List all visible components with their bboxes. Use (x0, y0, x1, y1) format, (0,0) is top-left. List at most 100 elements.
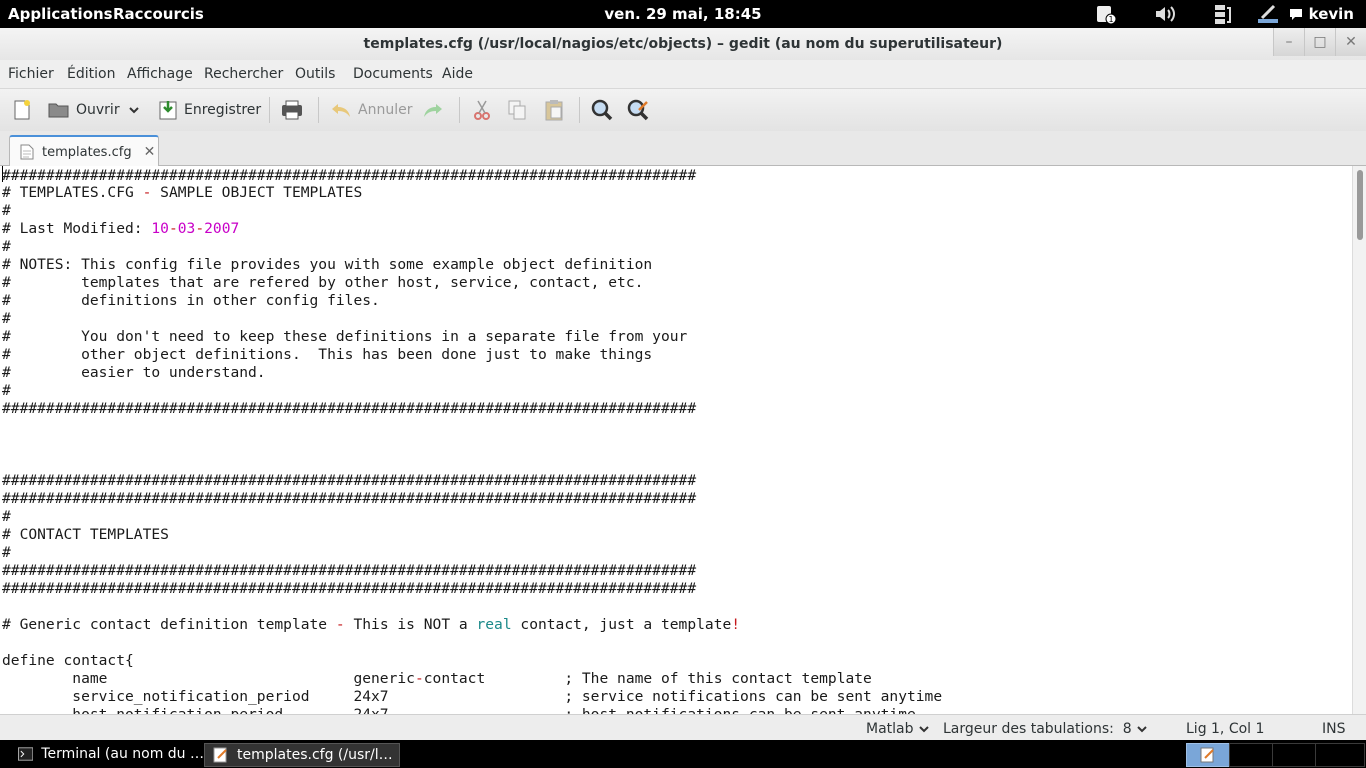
chat-icon (1289, 9, 1302, 20)
cut-button[interactable] (472, 98, 492, 122)
tab-close-icon[interactable]: ✕ (144, 144, 156, 160)
code-line: # other object definitions. This has bee… (2, 346, 653, 363)
menu-outils[interactable]: Outils (295, 66, 335, 82)
window-titlebar[interactable]: templates.cfg (/usr/local/nagios/etc/obj… (0, 28, 1366, 60)
volume-icon[interactable] (1153, 2, 1177, 26)
clipboard-icon (545, 100, 563, 121)
code-line: ########################################… (2, 166, 697, 184)
tab-label: templates.cfg (42, 144, 132, 160)
insert-mode: INS (1322, 721, 1346, 737)
code-line: # NOTES: This config file provides you w… (2, 256, 653, 273)
maximize-button[interactable]: □ (1304, 28, 1335, 56)
taskbar-terminal[interactable]: Terminal (au nom du … (10, 743, 204, 765)
vertical-scrollbar[interactable] (1352, 166, 1366, 714)
workspace-4[interactable] (1315, 743, 1365, 767)
window-title: templates.cfg (/usr/local/nagios/etc/obj… (363, 36, 1003, 52)
text-editor-icon (213, 747, 227, 763)
window-controls: – □ ✕ (1273, 28, 1366, 56)
menu-rechercher[interactable]: Rechercher (204, 66, 283, 82)
code-line: # (2, 544, 11, 561)
code-line: # definitions in other config files. (2, 292, 380, 309)
open-button[interactable]: Ouvrir (48, 98, 120, 122)
code-line: host_notification_period 24x7 ; host not… (2, 706, 1352, 714)
redo-icon (424, 104, 442, 117)
close-icon: ✕ (1345, 34, 1357, 50)
new-document-button[interactable] (10, 98, 34, 122)
copy-icon (508, 100, 526, 120)
text-editor[interactable]: ########################################… (0, 166, 1352, 714)
editor-content[interactable]: ########################################… (0, 166, 1352, 714)
code-line: # (2, 238, 11, 255)
chevron-down-icon (1136, 726, 1147, 733)
code-line: # CONTACT TEMPLATES (2, 526, 169, 543)
print-button[interactable] (280, 98, 304, 122)
workspace-2[interactable] (1229, 743, 1273, 767)
text-cursor (2, 166, 3, 182)
paste-button[interactable] (543, 98, 565, 122)
code-line: # You don't need to keep these definitio… (2, 328, 688, 345)
language-selector[interactable]: Matlab (866, 721, 930, 737)
code-line: # TEMPLATES.CFG - SAMPLE OBJECT TEMPLATE… (2, 184, 363, 201)
menu-documents[interactable]: Documents (353, 66, 433, 82)
minimize-button[interactable]: – (1273, 28, 1304, 56)
search-icon (591, 99, 613, 121)
menu-aide[interactable]: Aide (442, 66, 473, 82)
menu-affichage[interactable]: Affichage (127, 66, 193, 82)
notification-icon[interactable]: 1 (1094, 2, 1118, 26)
code-line: ########################################… (2, 472, 697, 489)
code-line: # Generic contact definition template - … (2, 616, 741, 633)
taskbar: Terminal (au nom du … templates.cfg (/us… (0, 740, 1366, 768)
terminal-icon (18, 747, 34, 761)
find-button[interactable] (590, 98, 614, 122)
undo-button[interactable]: Annuler (330, 98, 412, 122)
menu-fichier[interactable]: Fichier (8, 66, 54, 82)
folder-icon (48, 103, 69, 118)
scrollbar-thumb[interactable] (1357, 170, 1363, 240)
open-recent-dropdown[interactable] (128, 98, 140, 122)
printer-icon (282, 100, 302, 120)
toolbar-separator (269, 97, 270, 123)
redo-button[interactable] (422, 98, 444, 122)
chevron-down-icon (129, 107, 139, 114)
code-line: # (2, 508, 11, 525)
workspace-3[interactable] (1272, 743, 1316, 767)
user-menu[interactable]: kevin (1289, 5, 1354, 23)
code-line: # (2, 310, 11, 327)
taskbar-gedit[interactable]: templates.cfg (/usr/l… (204, 743, 400, 767)
document-tabbar: templates.cfg ✕ (0, 131, 1366, 167)
toolbar-separator (318, 97, 319, 123)
toolbar-separator (459, 97, 460, 123)
menubar: Fichier Édition Affichage Rechercher Out… (0, 60, 1366, 89)
top-panel: Applications Raccourcis ven. 29 mai, 18:… (0, 0, 1366, 28)
new-document-icon (14, 100, 30, 120)
code-line: ########################################… (2, 580, 697, 597)
code-line: # easier to understand. (2, 364, 266, 381)
tab-width-selector[interactable]: Largeur des tabulations: 8 (943, 721, 1148, 737)
chevron-down-icon (918, 726, 929, 733)
code-line: ########################################… (2, 400, 697, 417)
scissors-icon (474, 100, 490, 120)
svg-text:1: 1 (1108, 15, 1113, 24)
save-button[interactable]: Enregistrer (158, 98, 261, 122)
code-line: # (2, 202, 11, 219)
save-icon (159, 101, 177, 120)
code-line: ########################################… (2, 490, 697, 507)
code-line: # Last Modified: 10-03-2007 (2, 220, 240, 237)
close-button[interactable]: ✕ (1335, 28, 1366, 56)
find-replace-button[interactable] (626, 98, 650, 122)
tab-templates-cfg[interactable]: templates.cfg ✕ (9, 135, 159, 167)
menu-edition[interactable]: Édition (67, 66, 115, 82)
cursor-position: Lig 1, Col 1 (1186, 721, 1265, 737)
search-replace-icon (627, 99, 649, 121)
code-line: ########################################… (2, 562, 697, 579)
workspace-1[interactable] (1186, 743, 1230, 767)
copy-button[interactable] (507, 98, 527, 122)
minimize-icon: – (1285, 34, 1293, 50)
network-icon[interactable] (1210, 2, 1234, 26)
accessibility-icon[interactable] (1256, 2, 1280, 26)
